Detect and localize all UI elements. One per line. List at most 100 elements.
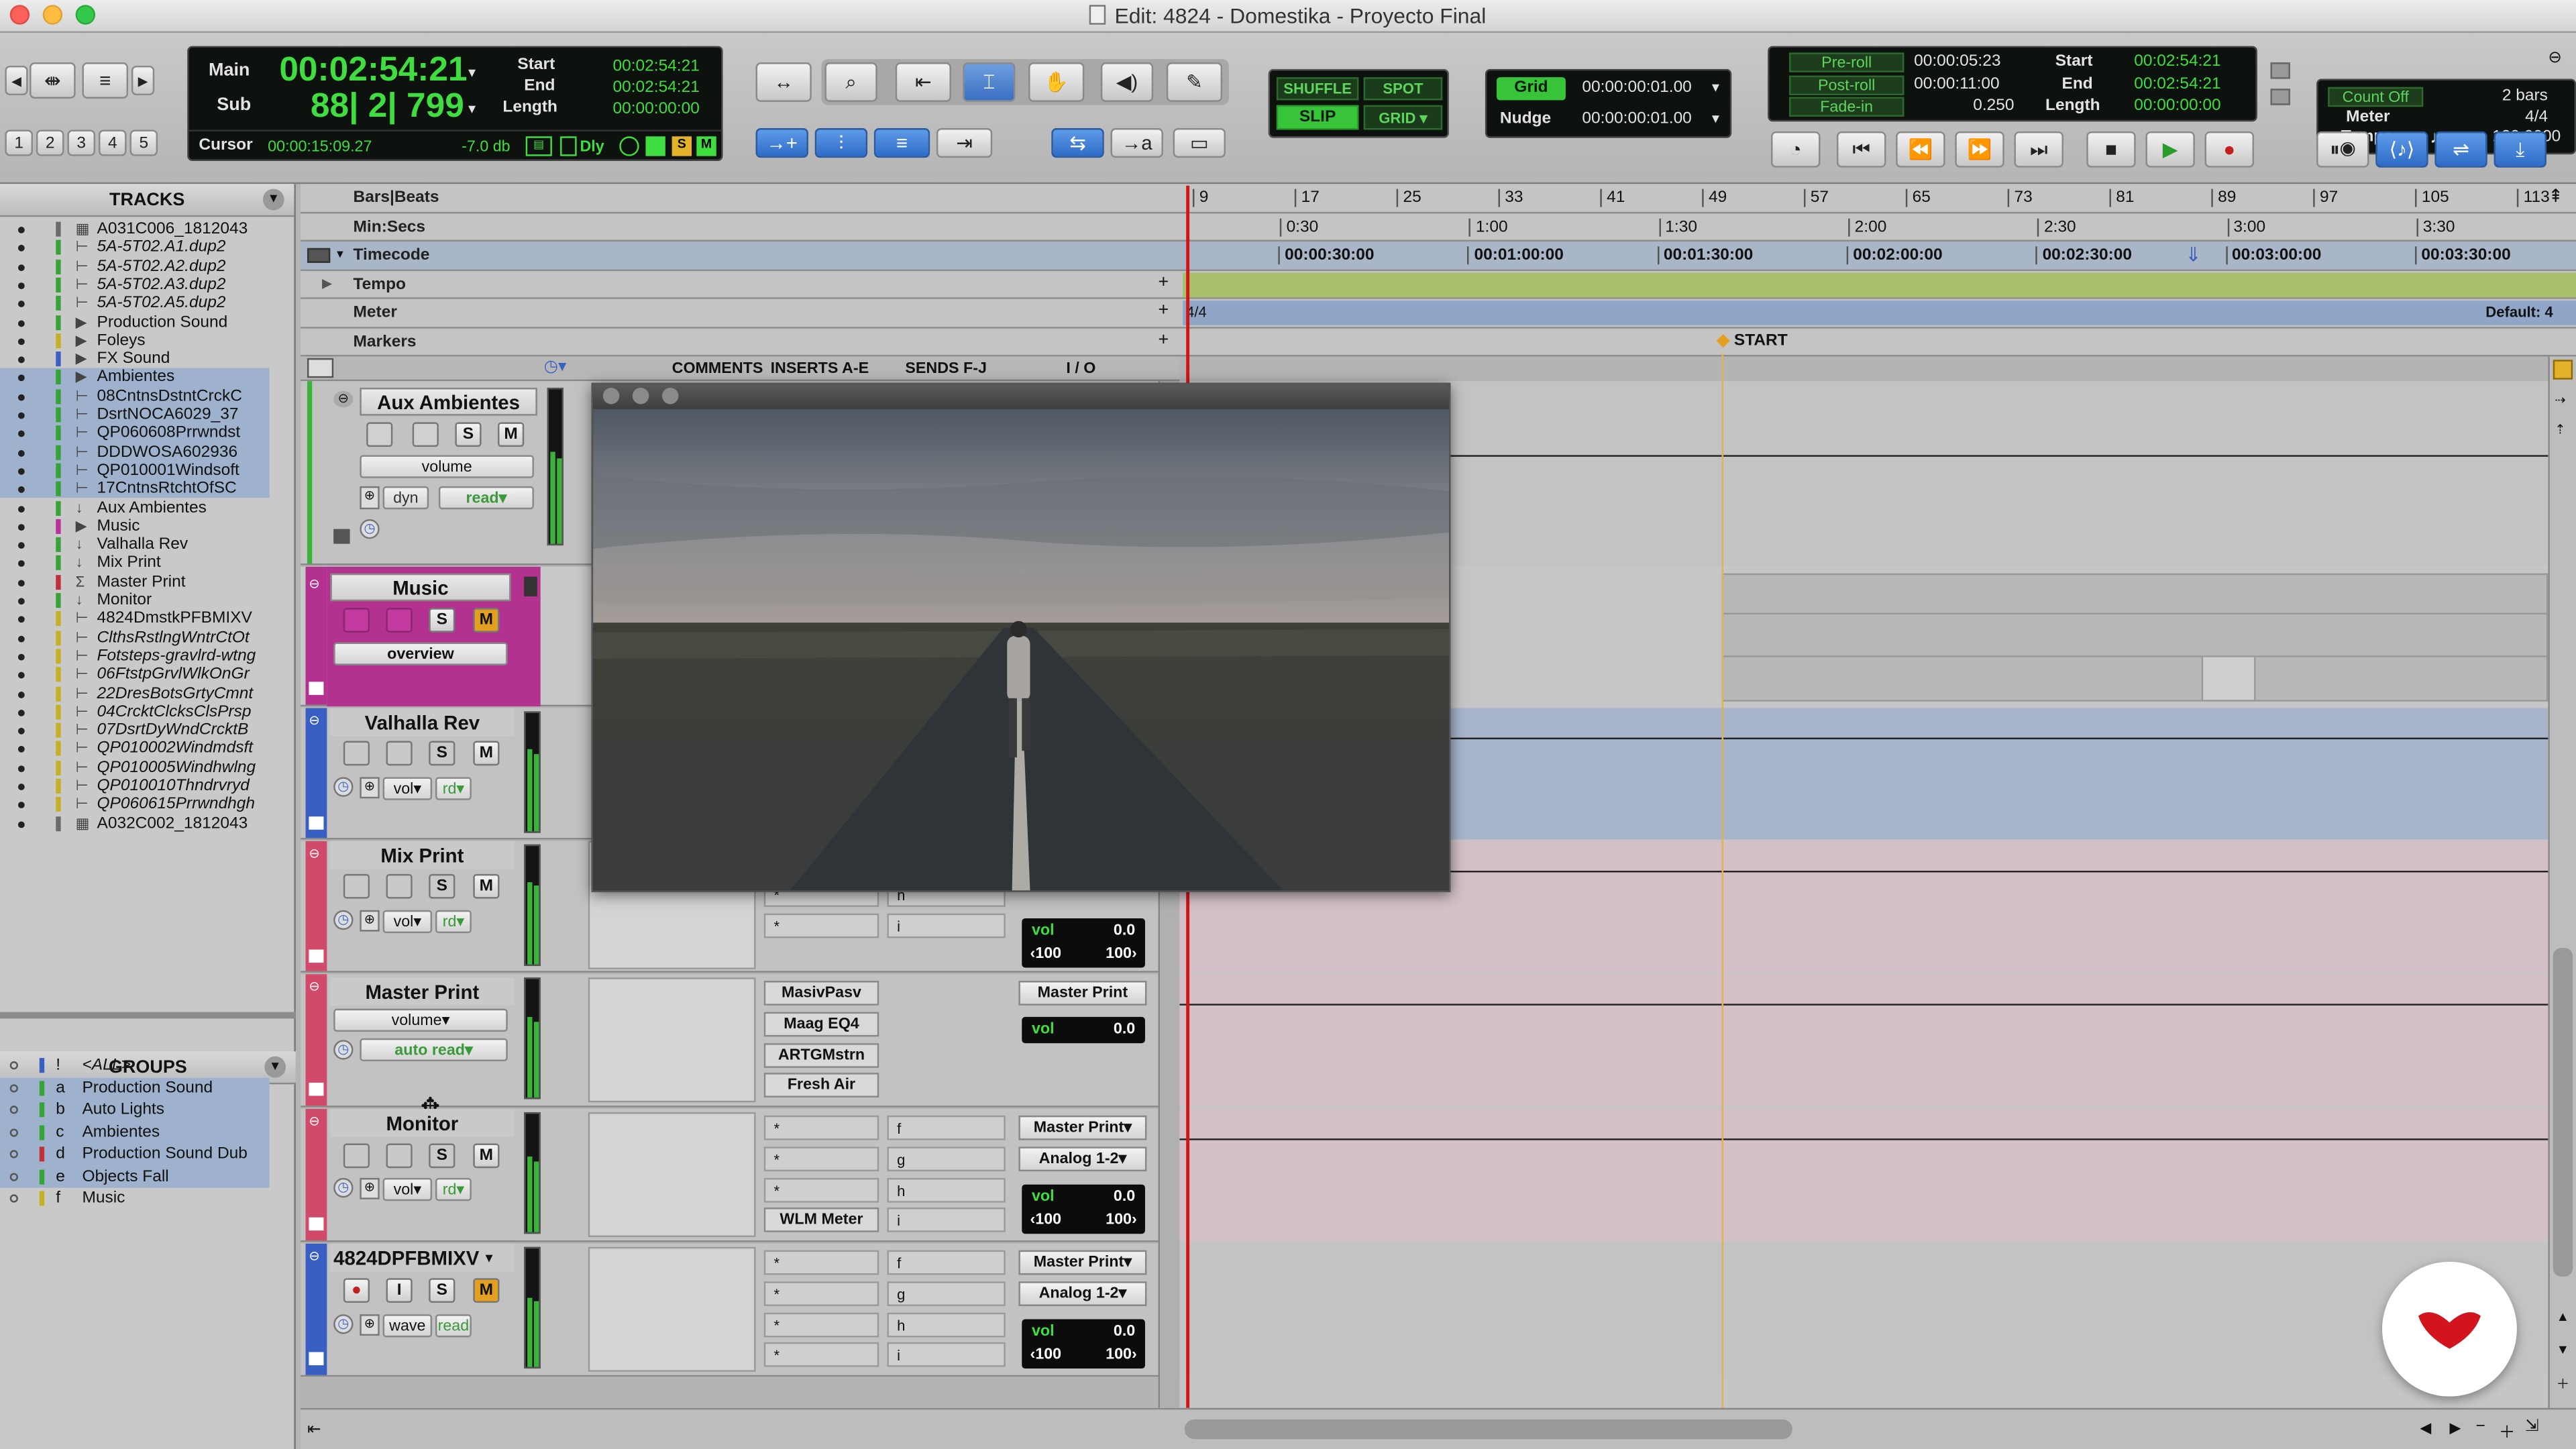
- monitor-vol-value[interactable]: 0.0: [1114, 1188, 1135, 1206]
- mirror-midi-icon[interactable]: ⫶: [814, 128, 868, 158]
- scroll-left-icon[interactable]: ◀: [2420, 1419, 2431, 1438]
- stop-icon[interactable]: ■: [2086, 131, 2136, 168]
- track-list-item[interactable]: ⊢ 5A-5T02.A5.dup2: [0, 294, 270, 313]
- mixprint-lane-icon[interactable]: ⊕: [360, 910, 380, 932]
- scroll-down-icon[interactable]: ▼: [2557, 1342, 2569, 1357]
- click-icon[interactable]: ⤓: [2493, 131, 2546, 168]
- group-list-item[interactable]: f Music: [0, 1188, 270, 1210]
- go-to-end-icon[interactable]: ⏭: [2014, 131, 2063, 168]
- music-blank1[interactable]: [343, 608, 370, 633]
- insert-masivpasv[interactable]: MasivPasv: [763, 981, 879, 1006]
- valhalla-collapse-icon[interactable]: ⊖: [309, 713, 319, 728]
- valhalla-size-icon[interactable]: [309, 816, 324, 830]
- track-list-item[interactable]: ⊢ 4824DmstkPFBMIXV: [0, 610, 270, 629]
- music-view-selector[interactable]: overview: [387, 645, 454, 663]
- monitor-send-g[interactable]: g: [887, 1146, 1006, 1172]
- track-list-item[interactable]: ↓ Monitor: [0, 592, 270, 610]
- conductor-icon[interactable]: ⇌: [2434, 131, 2487, 168]
- mix4824-read[interactable]: read: [438, 1317, 470, 1335]
- monitor-solo-button[interactable]: S: [429, 1143, 455, 1169]
- music-mute-button[interactable]: M: [473, 608, 500, 633]
- mute-icon[interactable]: M: [696, 136, 716, 156]
- scroll-up-icon[interactable]: ▲: [2557, 1309, 2569, 1324]
- group-active-dot[interactable]: [9, 1061, 18, 1070]
- track-show-dot[interactable]: [17, 653, 25, 661]
- track-list-item[interactable]: ⊢ DsrtNOCA6029_37: [0, 405, 270, 425]
- track-list-item[interactable]: ↓ Valhalla Rev: [0, 536, 270, 555]
- valhalla-lane-icon[interactable]: ⊕: [360, 777, 380, 799]
- fast-forward-icon[interactable]: ⏩: [1955, 131, 2004, 168]
- sel-start-value[interactable]: 00:02:54:21: [612, 58, 699, 76]
- track-list-item[interactable]: ⊢ 04CrcktClcksClsPrsp: [0, 703, 270, 722]
- track-list-item[interactable]: ⊢ QP010001Windsoft: [0, 461, 270, 480]
- track-list-item[interactable]: ⊢ 5A-5T02.A3.dup2: [0, 276, 270, 294]
- mix4824-input[interactable]: Analog 1-2 ▾: [1018, 1281, 1147, 1306]
- midi-merge-icon[interactable]: ⏸◉: [2316, 131, 2369, 168]
- track-show-dot[interactable]: [17, 523, 25, 531]
- valhalla-blank1[interactable]: [343, 741, 370, 766]
- link-icon[interactable]: [645, 136, 665, 156]
- count-off-value[interactable]: 2 bars: [2502, 87, 2548, 105]
- mix4824-record-button[interactable]: ●: [343, 1278, 370, 1303]
- link-track-edit-icon[interactable]: ⇆: [1051, 128, 1104, 158]
- track-list-item[interactable]: ⊢ QP060615Prrwndhgh: [0, 796, 270, 814]
- track-name-masterprint[interactable]: Master Print: [330, 977, 515, 1006]
- aux-ambientes-solo-button[interactable]: S: [455, 422, 482, 447]
- zoom-in-vertical-icon[interactable]: ⇢: [2555, 392, 2565, 407]
- group-active-dot[interactable]: [9, 1106, 18, 1114]
- delay-comp-icon[interactable]: [560, 136, 577, 156]
- mixprint-size-icon[interactable]: [309, 949, 324, 963]
- track-show-dot[interactable]: [17, 356, 25, 364]
- record-icon[interactable]: ●: [2204, 131, 2255, 168]
- valhalla-rd[interactable]: rd: [443, 780, 457, 798]
- nudge-value[interactable]: 00:00:00:01.00: [1582, 110, 1691, 128]
- track-collapse-icon[interactable]: ⊖: [333, 390, 354, 408]
- track-show-dot[interactable]: [17, 802, 25, 809]
- monitor-blank2[interactable]: [386, 1143, 413, 1169]
- masterprint-lane[interactable]: [1179, 974, 2548, 1106]
- group-active-dot[interactable]: [9, 1083, 18, 1092]
- online-icon[interactable]: ◔: [1771, 131, 1821, 168]
- music-folder-icon[interactable]: [309, 682, 324, 695]
- aux-ambientes-automation-view[interactable]: volume: [422, 458, 472, 476]
- aux-ambientes-automation-mode[interactable]: read: [466, 489, 498, 507]
- masterprint-automation-mode[interactable]: auto read: [394, 1040, 465, 1059]
- track-show-dot[interactable]: [17, 264, 25, 271]
- postroll-value[interactable]: 00:00:11:00: [1914, 76, 2000, 94]
- keyboard-focus-icon[interactable]: →a: [1110, 128, 1163, 158]
- mix4824-send-g[interactable]: g: [887, 1281, 1006, 1306]
- group-active-dot[interactable]: [9, 1150, 18, 1159]
- zoom-plus-h-icon[interactable]: ＋: [2499, 1417, 2515, 1442]
- zoom-preset-2[interactable]: 2: [36, 129, 64, 156]
- play-icon[interactable]: ▶: [2145, 131, 2195, 168]
- monitor-vol-display[interactable]: vol 0.0 ‹100 100›: [1022, 1184, 1145, 1234]
- valhalla-timebase-icon[interactable]: ◷: [333, 777, 354, 797]
- monitor-rd[interactable]: rd: [443, 1181, 457, 1199]
- zoom-in-arrow-icon[interactable]: ▸: [131, 65, 155, 96]
- masterprint-collapse-icon[interactable]: ⊖: [309, 979, 319, 994]
- valhalla-solo-button[interactable]: S: [429, 741, 455, 766]
- rewind-icon[interactable]: ⏪: [1896, 131, 1945, 168]
- track-show-dot[interactable]: [17, 820, 25, 828]
- insert-artgmstrn[interactable]: ARTGMstrn: [763, 1043, 879, 1068]
- valhalla-vol[interactable]: vol: [394, 780, 414, 798]
- video-zoom-button[interactable]: [661, 387, 679, 405]
- music-collapse-icon[interactable]: ⊖: [309, 577, 319, 592]
- track-show-dot[interactable]: [17, 765, 25, 772]
- meter-ruler[interactable]: Meter +4/4 Default: 4: [301, 299, 2576, 328]
- start-marker[interactable]: ◆ START: [1717, 331, 1787, 349]
- meter-value[interactable]: 4/4: [2525, 109, 2548, 127]
- group-list-item[interactable]: c Ambientes: [0, 1121, 270, 1144]
- mix4824-pan-left[interactable]: ‹100: [1030, 1346, 1062, 1364]
- sel-end-value[interactable]: 00:02:54:21: [612, 79, 699, 97]
- mixprint-blank1[interactable]: [343, 873, 370, 899]
- track-show-dot[interactable]: [17, 319, 25, 327]
- track-show-dot[interactable]: [17, 635, 25, 642]
- panel-divider[interactable]: [0, 1012, 296, 1019]
- solo-safe-icon[interactable]: S: [672, 136, 692, 156]
- mix4824-lane-icon[interactable]: ⊕: [360, 1314, 380, 1336]
- track-list-item[interactable]: ⊢ QP010005Windhwlng: [0, 759, 270, 777]
- track-list-item[interactable]: ↓ Aux Ambientes: [0, 498, 270, 517]
- monitor-pan-left[interactable]: ‹100: [1030, 1211, 1062, 1229]
- preroll-value[interactable]: 00:00:05:23: [1914, 52, 2000, 70]
